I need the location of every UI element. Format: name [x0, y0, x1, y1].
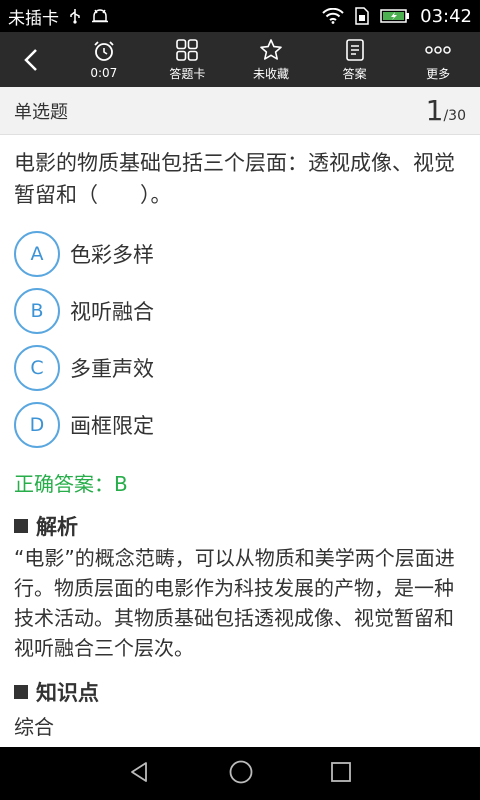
back-arrow-icon — [24, 48, 37, 71]
option-letter: B — [14, 287, 60, 334]
knowledge-text: 综合 — [14, 715, 54, 739]
answer-button[interactable]: 答案 — [313, 32, 397, 87]
battery-icon — [380, 8, 410, 24]
clock: 03:42 — [420, 5, 472, 27]
answer-label: 答案 — [342, 66, 367, 81]
option-text: 画框限定 — [70, 413, 154, 438]
carrier-label: 未插卡 — [8, 8, 59, 29]
favorite-label: 未收藏 — [252, 66, 289, 81]
option-a[interactable]: A 色彩多样 — [14, 225, 466, 282]
current-question-number: 1 — [425, 94, 444, 127]
square-bullet-icon — [14, 519, 28, 533]
analysis-title: 解析 — [36, 515, 78, 539]
nav-back-icon[interactable] — [128, 760, 152, 788]
option-b[interactable]: B 视听融合 — [14, 282, 466, 339]
option-text: 色彩多样 — [70, 242, 154, 267]
option-d[interactable]: D 画框限定 — [14, 396, 466, 453]
toolbar: 0:07 答题卡 未收藏 答案 更多 — [0, 32, 480, 87]
total-questions: /30 — [443, 108, 466, 124]
analysis-text: “电影”的概念范畴，可以从物质和美学两个层面进行。物质层面的电影作为科技发展的产… — [14, 546, 455, 660]
nav-recents-icon[interactable] — [330, 761, 352, 787]
question-type: 单选题 — [14, 101, 68, 123]
favorite-button[interactable]: 未收藏 — [229, 32, 313, 87]
document-icon — [345, 38, 365, 62]
status-bar: 未插卡 03:42 — [0, 0, 480, 32]
timer-label: 0:07 — [90, 66, 118, 80]
system-nav-bar — [0, 747, 480, 800]
square-bullet-icon — [14, 685, 28, 699]
option-letter: D — [14, 401, 60, 448]
answer-card-button[interactable]: 答题卡 — [146, 32, 230, 87]
question-progress: 1 /30 — [426, 94, 466, 127]
knowledge-title: 知识点 — [36, 681, 99, 705]
correct-answer: 正确答案：B — [14, 472, 128, 496]
more-dots-icon — [425, 38, 451, 62]
sim-icon — [354, 7, 370, 25]
wifi-icon — [322, 8, 344, 24]
usb-icon — [69, 8, 81, 24]
analysis-heading: 解析 — [14, 511, 466, 541]
android-debug-icon — [91, 9, 109, 23]
knowledge-heading: 知识点 — [14, 677, 466, 707]
option-letter: C — [14, 344, 60, 391]
more-label: 更多 — [426, 66, 451, 81]
nav-home-icon[interactable] — [228, 759, 254, 789]
grid-icon — [175, 38, 199, 62]
star-icon — [259, 38, 283, 62]
option-text: 多重声效 — [70, 356, 154, 381]
option-c[interactable]: C 多重声效 — [14, 339, 466, 396]
answer-card-label: 答题卡 — [169, 66, 206, 81]
question-content: 电影的物质基础包括三个层面：透视成像、视觉暂留和（ ）。 A 色彩多样 B 视听… — [0, 135, 480, 747]
alarm-clock-icon — [92, 39, 116, 63]
option-letter: A — [14, 230, 60, 277]
option-text: 视听融合 — [70, 299, 154, 324]
options-list: A 色彩多样 B 视听融合 C 多重声效 D 画框限定 — [14, 225, 466, 453]
back-button[interactable] — [0, 32, 62, 87]
timer-button[interactable]: 0:07 — [62, 32, 146, 87]
more-button[interactable]: 更多 — [396, 32, 480, 87]
question-text: 电影的物质基础包括三个层面：透视成像、视觉暂留和（ ）。 — [14, 151, 455, 207]
question-header: 单选题 1 /30 — [0, 87, 480, 135]
